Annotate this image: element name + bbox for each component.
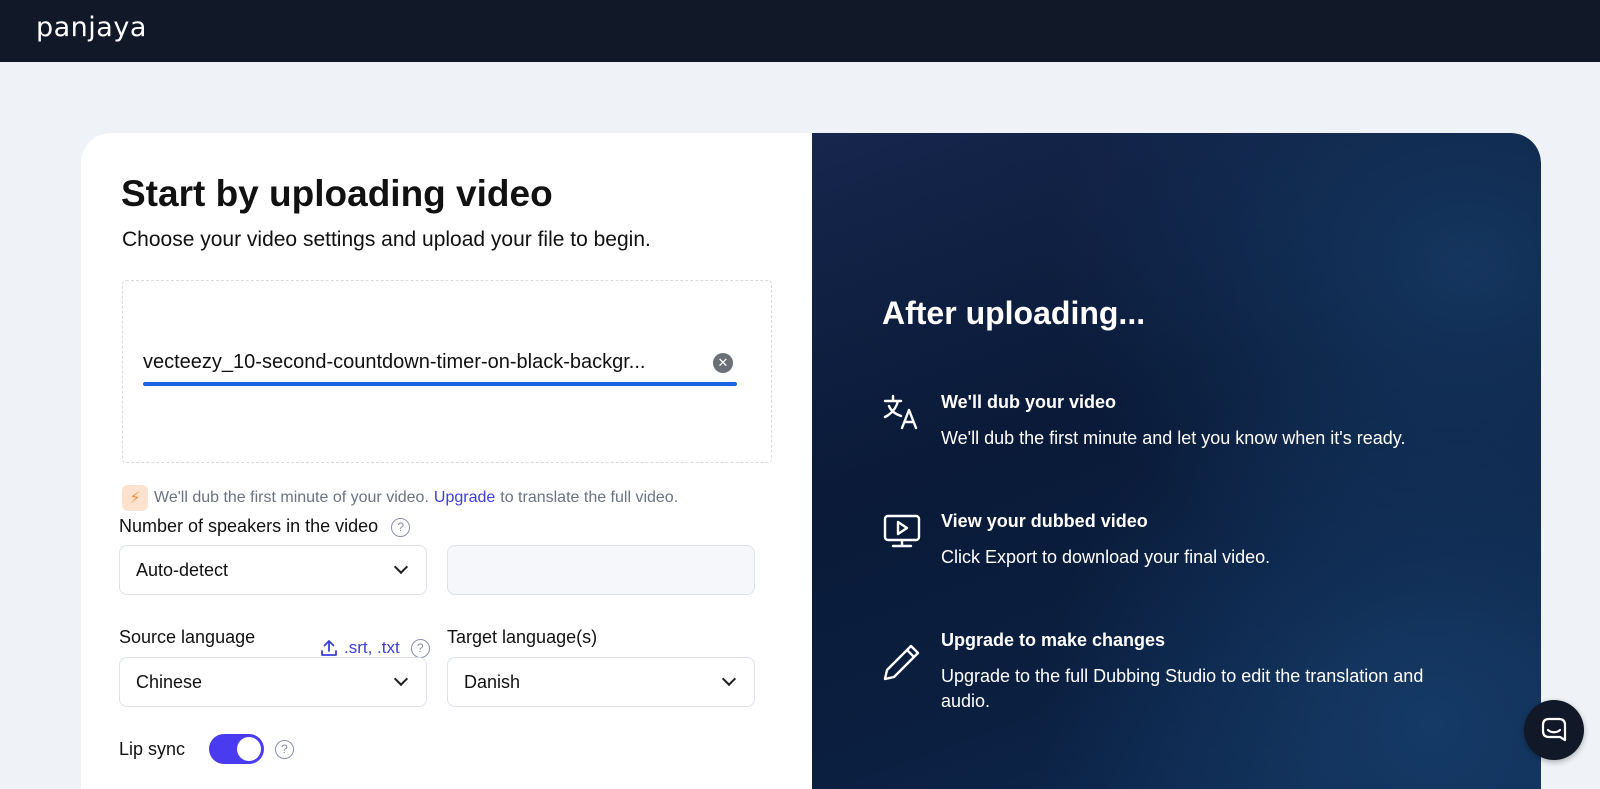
upload-link-text: .srt, .txt — [344, 638, 400, 657]
chat-support-button[interactable] — [1524, 700, 1584, 760]
source-language-value: Chinese — [136, 671, 203, 692]
uploaded-file-name: vecteezy_10-second-countdown-timer-on-bl… — [143, 351, 646, 373]
after-upload-title: After uploading... — [882, 295, 1146, 331]
top-bar: panjaya — [0, 0, 1600, 62]
speakers-label-row: Number of speakers in the video ? — [119, 516, 411, 537]
after-upload-panel: After uploading... We'll dub your video … — [812, 133, 1541, 789]
upgrade-link[interactable]: Upgrade — [434, 489, 495, 507]
target-language-value: Danish — [464, 671, 521, 692]
help-icon[interactable]: ? — [391, 517, 411, 537]
toggle-knob — [237, 737, 261, 761]
translate-icon — [883, 394, 918, 430]
target-language-select[interactable]: Danish — [447, 657, 755, 707]
help-icon[interactable]: ? — [410, 638, 430, 658]
notice-text-after: to translate the full video. — [500, 489, 679, 506]
target-language-label: Target language(s) — [447, 627, 598, 647]
step-desc: Click Export to download your final vide… — [941, 547, 1271, 567]
logo[interactable]: panjaya — [36, 12, 147, 43]
page-title: Start by uploading video — [121, 173, 553, 214]
step-title: We'll dub your video — [941, 392, 1116, 412]
help-icon[interactable]: ? — [275, 740, 294, 759]
chevron-down-icon — [721, 671, 737, 687]
lip-sync-label: Lip sync — [119, 739, 186, 759]
step-desc: Upgrade to the full Dubbing Studio to ed… — [941, 666, 1424, 711]
upload-panel: Start by uploading video Choose your vid… — [81, 133, 812, 789]
step-title: Upgrade to make changes — [941, 630, 1166, 650]
speakers-select-value: Auto-detect — [136, 559, 229, 580]
chevron-down-icon — [393, 671, 409, 687]
pencil-icon — [883, 644, 920, 681]
chevron-down-icon — [393, 559, 409, 575]
source-language-label: Source language — [119, 627, 256, 647]
speakers-count-input[interactable] — [447, 545, 755, 595]
speakers-label: Number of speakers in the video — [119, 516, 379, 536]
upload-dropzone[interactable]: vecteezy_10-second-countdown-timer-on-bl… — [122, 280, 772, 463]
upload-icon — [321, 640, 337, 656]
chat-icon — [1541, 717, 1567, 742]
file-upload-progress-bar — [143, 382, 737, 386]
step-title: View your dubbed video — [941, 511, 1148, 531]
step-desc: We'll dub the first minute and let you k… — [941, 428, 1406, 448]
video-play-icon — [883, 514, 921, 548]
upload-card: Start by uploading video Choose your vid… — [81, 133, 1541, 789]
source-language-select[interactable]: Chinese — [119, 657, 427, 707]
close-circle-icon[interactable]: ✕ — [713, 353, 733, 373]
speakers-select[interactable]: Auto-detect — [119, 545, 427, 595]
lightning-icon: ⚡ — [122, 485, 148, 511]
free-tier-notice: ⚡ We'll dub the first minute of your vid… — [122, 485, 678, 511]
notice-text-before: We'll dub the first minute of your video… — [154, 489, 429, 506]
subtitle-upload-link[interactable]: .srt, .txt ? — [320, 638, 430, 658]
page-subtitle: Choose your video settings and upload yo… — [122, 228, 651, 251]
lip-sync-toggle[interactable] — [209, 734, 264, 764]
